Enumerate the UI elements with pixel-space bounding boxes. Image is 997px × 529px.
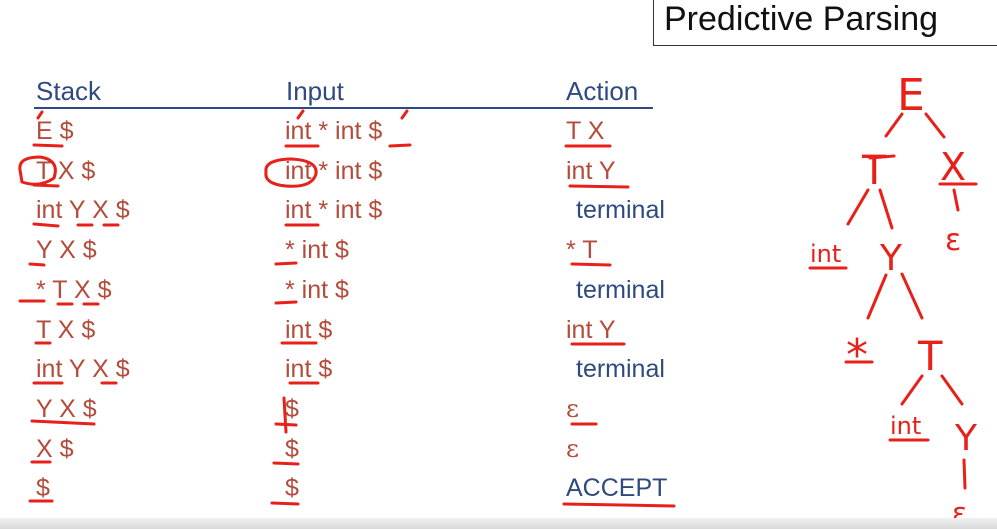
action-cell-row-10: ACCEPT <box>566 474 668 502</box>
input-cell-row-3: int * int $ <box>285 196 383 224</box>
action-cell-row-6: int Y <box>566 316 616 344</box>
tree-node-y2: Y <box>954 418 978 459</box>
stack-header: Stack <box>36 76 102 106</box>
input-cell-row-10: $ <box>285 474 299 502</box>
tree-node-epsilon-1: ε <box>945 223 961 258</box>
stack-cell-row-10: $ <box>36 474 50 502</box>
input-cell-row-8: $ <box>285 395 299 423</box>
video-bottom-edge <box>0 518 997 529</box>
action-cell-row-8: ε <box>566 394 579 423</box>
input-cell-row-1: int * int $ <box>285 117 383 145</box>
input-header: Input <box>286 76 344 106</box>
action-cell-row-5: terminal <box>576 276 665 304</box>
action-cell-row-9: ε <box>566 434 579 463</box>
stack-cell-row-7: int Y X $ <box>36 355 130 383</box>
header-rule <box>34 107 653 109</box>
tree-node-x: X <box>940 145 966 189</box>
action-cell-row-1: T X <box>566 117 605 145</box>
tree-node-y1: Y <box>879 238 903 279</box>
input-cell-row-6: int $ <box>285 316 333 344</box>
tree-node-e: E <box>897 70 925 121</box>
stack-cell-row-1: E $ <box>36 117 74 145</box>
action-cell-row-4: * T <box>566 236 598 264</box>
input-cell-row-4: * int $ <box>285 236 349 264</box>
stack-cell-row-2: T X $ <box>36 157 96 185</box>
tree-node-int2: int <box>890 412 921 440</box>
input-cell-row-7: int $ <box>285 355 333 383</box>
input-cell-row-9: $ <box>285 435 299 463</box>
tree-node-t2: T <box>917 334 943 380</box>
action-cell-row-7: terminal <box>576 355 665 383</box>
input-cell-row-2: int * int $ <box>285 157 383 185</box>
action-cell-row-2: int Y <box>566 157 616 185</box>
stack-cell-row-3: int Y X $ <box>36 196 130 224</box>
stack-cell-row-9: X $ <box>36 435 74 463</box>
slide-title: Predictive Parsing <box>653 0 997 46</box>
stack-cell-row-4: Y X $ <box>36 236 97 264</box>
tree-node-int1: int <box>810 240 841 268</box>
stack-cell-row-8: Y X $ <box>36 395 97 423</box>
stack-cell-row-6: T X $ <box>36 316 96 344</box>
tree-node-t1: T <box>861 148 887 194</box>
stack-cell-row-5: * T X $ <box>36 276 112 304</box>
input-cell-row-5: * int $ <box>285 276 349 304</box>
tree-node-star: * <box>846 330 868 381</box>
action-header: Action <box>566 76 639 106</box>
handwritten-annotations: E T X ε int Y * T int Y ε <box>18 70 978 529</box>
action-cell-row-3: terminal <box>576 196 665 224</box>
